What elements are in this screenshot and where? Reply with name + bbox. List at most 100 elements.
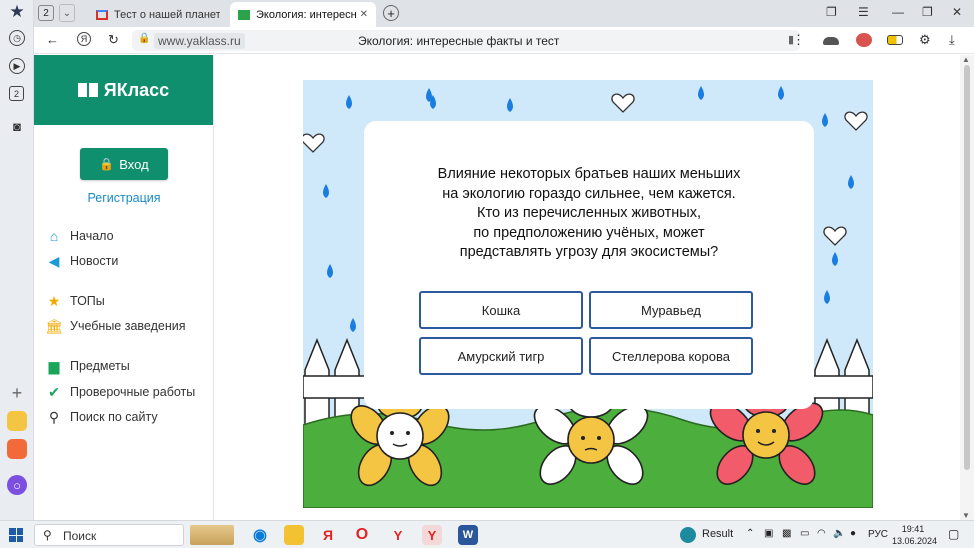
tab-gmail-test[interactable]: Тест о нашей планете: нес xyxy=(88,2,228,27)
wifi-icon[interactable]: ◠ xyxy=(817,528,826,539)
windows-taskbar: ⚲ Поиск ◉ Я O Y Y W Result ⌃ ▣ ▩ ▭ ◠ 🔈 ●… xyxy=(0,520,974,548)
back-arrow-icon[interactable]: ← xyxy=(46,32,59,47)
close-window-icon[interactable]: ✕ xyxy=(952,5,962,19)
home-icon: ⌂ xyxy=(49,228,59,244)
gmail-icon xyxy=(96,9,108,20)
check-circle-icon: ✔ xyxy=(48,383,60,400)
history-icon[interactable]: ◷ xyxy=(9,30,25,46)
language-indicator[interactable]: РУС xyxy=(868,529,888,540)
menu-item-news[interactable]: ◀ Новости xyxy=(46,253,119,269)
menu-item-subjects[interactable]: ▆ Предметы xyxy=(46,358,130,374)
tab-count-badge[interactable]: 2 xyxy=(38,5,54,21)
tray-chevron-icon[interactable]: ⌃ xyxy=(746,528,754,539)
add-panel-icon[interactable]: + xyxy=(7,383,27,403)
taskbar-search-label: Поиск xyxy=(63,529,97,543)
extension-hat-icon[interactable] xyxy=(823,37,839,45)
answer-option-cat[interactable]: Кошка xyxy=(419,291,583,329)
play-icon[interactable]: ▶ xyxy=(9,58,25,74)
answer-option-amur-tiger[interactable]: Амурский тигр xyxy=(419,337,583,375)
book-logo-icon xyxy=(77,83,98,97)
opera-icon[interactable]: O xyxy=(352,525,372,545)
clock-time: 19:41 xyxy=(901,524,925,534)
yandex-logo-icon[interactable]: Я xyxy=(77,32,91,46)
logo-text: ЯКласс xyxy=(103,79,170,100)
register-link[interactable]: Регистрация xyxy=(34,191,214,205)
windows-start-icon[interactable] xyxy=(9,528,23,542)
file-explorer-icon[interactable] xyxy=(284,525,304,545)
yaklass-favicon-icon xyxy=(238,9,250,20)
more-options-icon[interactable]: ⋮ xyxy=(792,32,805,48)
menu-item-tops[interactable]: ★ ТОПы xyxy=(46,293,105,309)
tabs-count-icon[interactable]: 2 xyxy=(9,86,24,101)
camera-icon[interactable]: ◙ xyxy=(7,116,27,136)
extension-profile-icon[interactable] xyxy=(856,33,872,47)
minimize-icon[interactable]: — xyxy=(892,5,904,19)
url-page-title: Экология: интересные факты и тест xyxy=(358,34,560,48)
reload-icon[interactable]: ↻ xyxy=(108,32,119,48)
search-icon: ⚲ xyxy=(48,408,60,425)
star-icon: ★ xyxy=(47,292,61,309)
scroll-up-arrow-icon[interactable]: ▲ xyxy=(962,55,970,64)
close-tab-icon[interactable]: ✕ xyxy=(356,9,368,20)
word-icon[interactable]: W xyxy=(458,525,478,545)
restore-icon[interactable]: ❐ xyxy=(922,5,933,19)
tab-ecology-active[interactable]: Экология: интересные ф ✕ xyxy=(230,2,376,27)
notes-app-icon[interactable] xyxy=(7,411,27,431)
downloads-icon[interactable]: ⤓ xyxy=(949,32,955,48)
clock-date: 13.06.2024 xyxy=(892,536,938,546)
result-label[interactable]: Result xyxy=(702,528,733,540)
tab-list-dropdown[interactable]: ⌄ xyxy=(59,4,75,22)
battery-icon[interactable]: ▭ xyxy=(800,528,809,539)
battery-saver-icon[interactable] xyxy=(887,35,903,45)
weather-icon[interactable] xyxy=(680,527,696,543)
quiz-card: Влияние некоторых братьев наших меньших … xyxy=(364,121,814,409)
search-highlight-icon[interactable] xyxy=(190,525,234,545)
menu-item-tests[interactable]: ✔ Проверочные работы xyxy=(46,384,195,400)
menu-item-schools[interactable]: 🏛 Учебные заведения xyxy=(45,317,186,334)
login-label: Вход xyxy=(119,156,149,172)
yandex-y-active-icon[interactable]: Y xyxy=(422,525,442,545)
address-bar-row: ← Я ↻ 🔒 www.yaklass.ru Экология: интерес… xyxy=(34,27,974,54)
site-sidebar: ЯКласс 🔒 Вход Регистрация ⌂ Начало ◀ Нов… xyxy=(34,55,214,520)
menu-item-label: Начало xyxy=(70,229,114,243)
yaklass-logo[interactable]: ЯКласс xyxy=(34,55,213,125)
yandex-star-icon[interactable]: ★ xyxy=(7,2,27,22)
extensions-puzzle-icon[interactable]: ⚙ xyxy=(919,32,931,48)
lock-icon: 🔒 xyxy=(138,33,151,44)
scroll-down-arrow-icon[interactable]: ▼ xyxy=(962,511,970,520)
nvidia-icon[interactable]: ▩ xyxy=(782,528,791,539)
menu-item-label: Предметы xyxy=(70,359,130,373)
microphone-icon[interactable]: ● xyxy=(850,528,856,539)
menu-item-label: Новости xyxy=(70,254,119,268)
new-tab-button[interactable]: + xyxy=(383,5,399,21)
tab-strip: 2 ⌄ Тест о нашей планете: нес Экология: … xyxy=(34,0,974,27)
answer-option-stellers-sea-cow[interactable]: Стеллерова корова xyxy=(589,337,753,375)
notifications-icon[interactable]: ▢ xyxy=(948,527,959,541)
system-clock[interactable]: 19:41 13.06.2024 xyxy=(892,523,938,547)
collections-icon[interactable]: ❐ xyxy=(826,5,837,19)
search-icon: ⚲ xyxy=(43,528,52,542)
menu-item-search[interactable]: ⚲ Поиск по сайту xyxy=(46,409,158,425)
tab-title: Экология: интересные ф xyxy=(256,8,356,21)
lock-icon: 🔒 xyxy=(99,157,115,171)
url-field[interactable]: 🔒 www.yaklass.ru Экология: интересные фа… xyxy=(132,30,800,51)
taskbar-search[interactable]: ⚲ Поиск xyxy=(34,524,184,546)
volume-icon[interactable]: 🔈 xyxy=(833,528,845,539)
alice-assistant-icon[interactable]: ○ xyxy=(7,475,27,495)
login-button[interactable]: 🔒 Вход xyxy=(80,148,168,180)
scrollbar-thumb[interactable] xyxy=(964,65,970,470)
yandex-y-icon[interactable]: Y xyxy=(388,525,408,545)
building-icon: 🏛 xyxy=(45,317,63,334)
edge-icon[interactable]: ◉ xyxy=(250,525,270,545)
mail-app-icon[interactable] xyxy=(7,439,27,459)
menu-item-home[interactable]: ⌂ Начало xyxy=(46,228,114,244)
tab-title: Тест о нашей планете: нес xyxy=(114,8,220,21)
page-scrollbar[interactable]: ▲ ▼ xyxy=(960,55,974,520)
answer-option-anteater[interactable]: Муравьед xyxy=(589,291,753,329)
browser-menu-icon[interactable]: ☰ xyxy=(858,5,869,19)
url-domain: www.yaklass.ru xyxy=(154,33,245,49)
tray-app-icon[interactable]: ▣ xyxy=(764,528,773,539)
menu-item-label: Учебные заведения xyxy=(70,319,186,333)
browser-side-rail: ★ ◷ ▶ 2 ◙ + ○ xyxy=(0,0,34,520)
yandex-browser-icon[interactable]: Я xyxy=(318,525,338,545)
